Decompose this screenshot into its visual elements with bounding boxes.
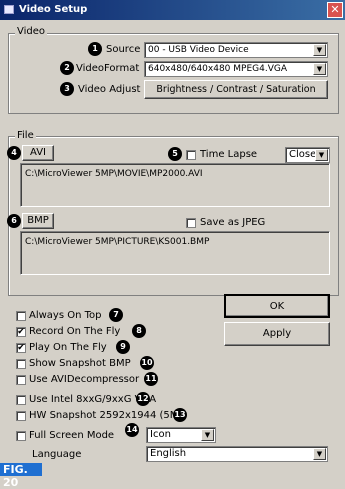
bmp-button[interactable]: BMP xyxy=(22,213,54,229)
video-adjust-label: Video Adjust xyxy=(78,84,141,95)
check-mark-icon: ✔ xyxy=(17,343,25,353)
callout-badge-5: 5 xyxy=(168,147,182,161)
check-mark-icon: ✔ xyxy=(17,327,25,337)
callout-badge: 9 xyxy=(116,340,130,354)
language-label: Language xyxy=(32,449,82,460)
apply-button[interactable]: Apply xyxy=(224,322,330,346)
callout-badge: 11 xyxy=(144,372,158,386)
bmp-path-field[interactable]: C:\MicroViewer 5MP\PICTURE\KS001.BMP xyxy=(20,231,330,275)
option-checkbox[interactable]: ✔ xyxy=(16,327,26,337)
callout-badge-4: 4 xyxy=(7,146,21,160)
option-label: Play On The Fly xyxy=(29,342,107,353)
save-as-jpeg-label: Save as JPEG xyxy=(200,217,266,228)
chevron-down-icon[interactable]: ▼ xyxy=(313,63,326,75)
option-label: Show Snapshot BMP xyxy=(29,358,131,369)
avi-button[interactable]: AVI xyxy=(22,145,54,161)
chevron-down-icon[interactable]: ▼ xyxy=(313,448,326,460)
ok-button[interactable]: OK xyxy=(224,294,330,318)
callout-badge-6: 6 xyxy=(7,214,21,228)
full-screen-mode-select[interactable]: Icon ▼ xyxy=(146,427,216,443)
save-as-jpeg-checkbox[interactable] xyxy=(186,218,196,228)
avi-path-value: C:\MicroViewer 5MP\MOVIE\MP2000.AVI xyxy=(25,169,203,179)
callout-badge-14: 14 xyxy=(125,423,139,437)
title-bar: Video Setup ✕ xyxy=(0,0,345,20)
video-format-label: VideoFormat xyxy=(76,63,140,74)
callout-badge: 12 xyxy=(136,392,150,406)
time-lapse-checkbox[interactable] xyxy=(186,150,196,160)
figure-tag: FIG. 20 xyxy=(0,463,42,489)
option-checkbox[interactable] xyxy=(16,411,26,421)
time-lapse-select-value: Close xyxy=(289,149,317,160)
video-group-legend: Video xyxy=(15,26,48,37)
option-label: Always On Top xyxy=(29,310,102,321)
video-format-select[interactable]: 640x480/640x480 MPEG4.VGA ▼ xyxy=(144,61,328,77)
option-checkbox[interactable]: ✔ xyxy=(16,343,26,353)
time-lapse-label: Time Lapse xyxy=(200,149,258,160)
option-checkbox[interactable] xyxy=(16,359,26,369)
avi-path-field[interactable]: C:\MicroViewer 5MP\MOVIE\MP2000.AVI xyxy=(20,163,330,207)
callout-badge: 13 xyxy=(173,408,187,422)
callout-badge: 7 xyxy=(109,308,123,322)
close-button[interactable]: ✕ xyxy=(327,2,343,18)
option-checkbox[interactable] xyxy=(16,395,26,405)
bmp-path-value: C:\MicroViewer 5MP\PICTURE\KS001.BMP xyxy=(25,237,210,247)
callout-badge: 8 xyxy=(132,324,146,338)
callout-badge-1: 1 xyxy=(88,42,102,56)
option-label: Record On The Fly xyxy=(29,326,121,337)
source-label: Source xyxy=(106,44,141,55)
time-lapse-select[interactable]: Close ▼ xyxy=(285,147,330,163)
callout-badge-3: 3 xyxy=(60,82,74,96)
callout-badge-2: 2 xyxy=(60,61,74,75)
chevron-down-icon[interactable]: ▼ xyxy=(315,149,328,161)
full-screen-mode-checkbox[interactable] xyxy=(16,431,26,441)
file-group-legend: File xyxy=(15,130,36,141)
source-select[interactable]: 00 - USB Video Device ▼ xyxy=(144,42,328,58)
full-screen-mode-select-value: Icon xyxy=(150,429,171,440)
source-select-value: 00 - USB Video Device xyxy=(148,45,249,55)
option-label: Use AVIDecompressor xyxy=(29,374,140,385)
option-checkbox[interactable] xyxy=(16,375,26,385)
callout-badge: 10 xyxy=(140,356,154,370)
language-select-value: English xyxy=(150,448,187,459)
video-format-select-value: 640x480/640x480 MPEG4.VGA xyxy=(148,64,287,74)
option-label: HW Snapshot 2592x1944 (5M) xyxy=(29,410,183,421)
option-checkbox[interactable] xyxy=(16,311,26,321)
window-icon xyxy=(4,5,14,14)
full-screen-mode-label: Full Screen Mode xyxy=(29,430,115,441)
language-select[interactable]: English ▼ xyxy=(146,446,328,462)
window-title: Video Setup xyxy=(19,4,88,15)
brightness-contrast-saturation-button[interactable]: Brightness / Contrast / Saturation xyxy=(144,80,328,99)
chevron-down-icon[interactable]: ▼ xyxy=(201,429,214,441)
chevron-down-icon[interactable]: ▼ xyxy=(313,44,326,56)
